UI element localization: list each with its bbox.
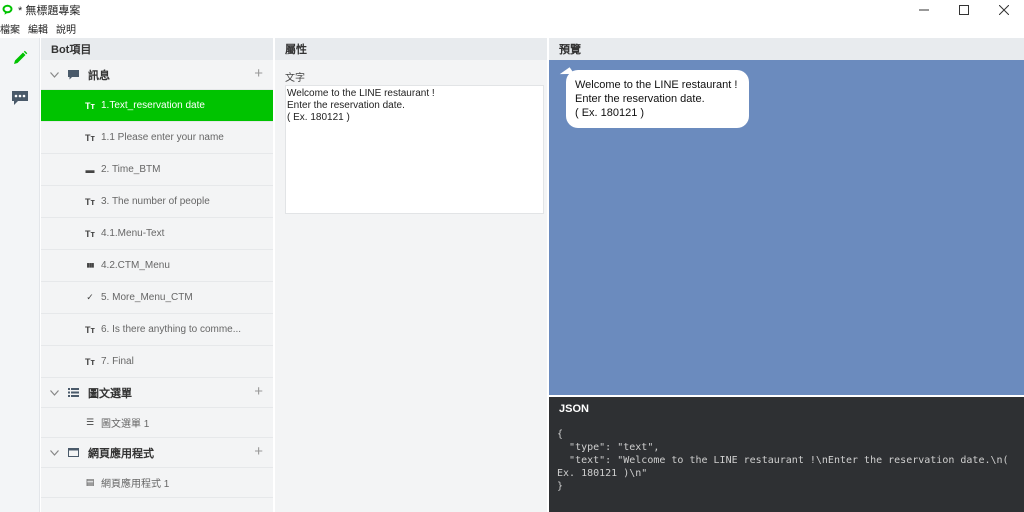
bot-items-panel: Bot項目 訊息 + Tт 1.Text_reservation date Tт… (41, 38, 273, 512)
carousel-icon: ▮▮▮ (86, 263, 95, 269)
pencil-icon (14, 50, 28, 64)
app-logo-icon (2, 4, 13, 15)
item-label: 圖文選單 1 (101, 419, 150, 430)
message-item-4[interactable]: Tт 3. The number of people (41, 186, 273, 218)
menu-help[interactable]: 說明 (56, 21, 76, 36)
item-label: 4.1.Menu-Text (101, 228, 165, 239)
chat-preview-area: Welcome to the LINE restaurant ! Enter t… (549, 60, 1024, 395)
text-icon: Tт (85, 228, 95, 239)
message-item-9[interactable]: Tт 7. Final (41, 346, 273, 378)
rich-menu-item-icon: ☰ (85, 417, 95, 427)
title-bar: * 無標題專案 (0, 0, 1024, 19)
menu-bar: 檔案 編輯 說明 (0, 21, 84, 36)
item-label: 3. The number of people (101, 196, 210, 207)
message-item-5[interactable]: Tт 4.1.Menu-Text (41, 218, 273, 250)
item-label: 1.1 Please enter your name (101, 132, 224, 143)
preview-panel: 預覽 Welcome to the LINE restaurant ! Ente… (549, 38, 1024, 395)
item-label: 1.Text_reservation date (101, 100, 205, 111)
rich-menu-item-1[interactable]: ☰ 圖文選單 1 (41, 408, 273, 438)
message-item-1[interactable]: Tт 1.Text_reservation date (41, 90, 273, 122)
text-icon: Tт (85, 324, 95, 335)
bot-tree: 訊息 + Tт 1.Text_reservation date Tт 1.1 P… (41, 60, 273, 498)
category-messages[interactable]: 訊息 + (41, 60, 273, 90)
message-item-6[interactable]: ▮▮▮ 4.2.CTM_Menu (41, 250, 273, 282)
chevron-down-icon[interactable] (50, 449, 60, 456)
text-field[interactable]: Welcome to the LINE restaurant ! Enter t… (285, 85, 544, 214)
message-item-8[interactable]: Tт 6. Is there anything to comme... (41, 314, 273, 346)
json-panel-title: JSON (559, 403, 589, 415)
item-label: 網頁應用程式 1 (101, 479, 170, 490)
window-title: * 無標題專案 (18, 4, 81, 17)
json-panel: JSON { "type": "text", "text": "Welcome … (549, 397, 1024, 512)
item-label: 4.2.CTM_Menu (101, 260, 170, 271)
text-icon: Tт (85, 356, 95, 367)
close-button[interactable] (984, 0, 1024, 19)
category-rich-menu[interactable]: 圖文選單 + (41, 378, 273, 408)
rail-edit-button[interactable] (0, 38, 40, 78)
text-icon: Tт (85, 132, 95, 143)
item-label: 7. Final (101, 356, 134, 367)
preview-panel-title: 預覽 (549, 38, 1024, 60)
item-label: 2. Time_BTM (101, 164, 161, 175)
left-rail (0, 38, 40, 512)
chat-bubble-icon (12, 91, 28, 105)
category-label: 圖文選單 (88, 387, 132, 400)
button-template-icon: ▬ (85, 164, 95, 175)
liff-icon: ▤ (85, 477, 95, 487)
category-label: 網頁應用程式 (88, 447, 154, 460)
maximize-icon (959, 4, 969, 15)
json-code[interactable]: { "type": "text", "text": "Welcome to th… (557, 428, 1019, 493)
message-item-3[interactable]: ▬ 2. Time_BTM (41, 154, 273, 186)
chevron-down-icon[interactable] (50, 389, 60, 396)
category-web-app[interactable]: 網頁應用程式 + (41, 438, 273, 468)
text-icon: Tт (85, 196, 95, 207)
message-bubble: Welcome to the LINE restaurant ! Enter t… (566, 70, 749, 128)
menu-file[interactable]: 檔案 (0, 21, 20, 36)
text-icon: Tт (85, 100, 95, 111)
attr-panel-title: 屬性 (275, 38, 547, 60)
rail-chat-button[interactable] (0, 78, 40, 118)
add-message-button[interactable]: + (254, 66, 263, 81)
maximize-button[interactable] (944, 0, 984, 19)
message-item-2[interactable]: Tт 1.1 Please enter your name (41, 122, 273, 154)
rich-menu-icon (68, 388, 82, 397)
menu-edit[interactable]: 編輯 (28, 21, 48, 36)
minimize-button[interactable] (904, 0, 944, 19)
category-label: 訊息 (88, 69, 110, 82)
web-app-item-1[interactable]: ▤ 網頁應用程式 1 (41, 468, 273, 498)
web-app-icon (68, 448, 82, 457)
text-field-label: 文字 (285, 73, 305, 84)
chevron-down-icon[interactable] (50, 71, 60, 78)
add-rich-menu-button[interactable]: + (254, 384, 263, 399)
message-item-7[interactable]: ✓ 5. More_Menu_CTM (41, 282, 273, 314)
bot-panel-title: Bot項目 (41, 38, 273, 60)
close-icon (999, 4, 1009, 15)
message-icon (68, 69, 82, 80)
item-label: 5. More_Menu_CTM (101, 292, 193, 303)
attributes-panel: 屬性 文字 Welcome to the LINE restaurant ! E… (275, 38, 547, 512)
confirm-icon: ✓ (86, 292, 94, 302)
add-web-app-button[interactable]: + (254, 444, 263, 459)
minimize-icon (919, 9, 929, 10)
item-label: 6. Is there anything to comme... (101, 324, 242, 335)
